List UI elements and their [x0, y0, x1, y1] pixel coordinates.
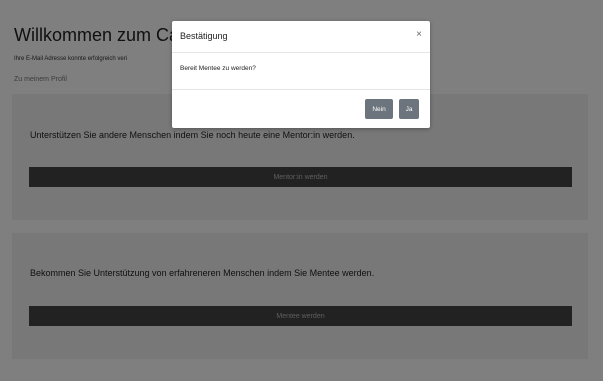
close-icon[interactable]: × [416, 30, 422, 40]
dialog-title: Bestätigung [180, 31, 228, 41]
dialog-footer-divider [172, 89, 430, 90]
no-button[interactable]: Nein [365, 99, 393, 119]
dialog-message: Bereit Mentee zu werden? [180, 65, 256, 72]
dialog-header: Bestätigung × [172, 21, 430, 53]
yes-button[interactable]: Ja [399, 99, 419, 119]
confirmation-dialog: Bestätigung × Bereit Mentee zu werden? N… [172, 21, 430, 128]
